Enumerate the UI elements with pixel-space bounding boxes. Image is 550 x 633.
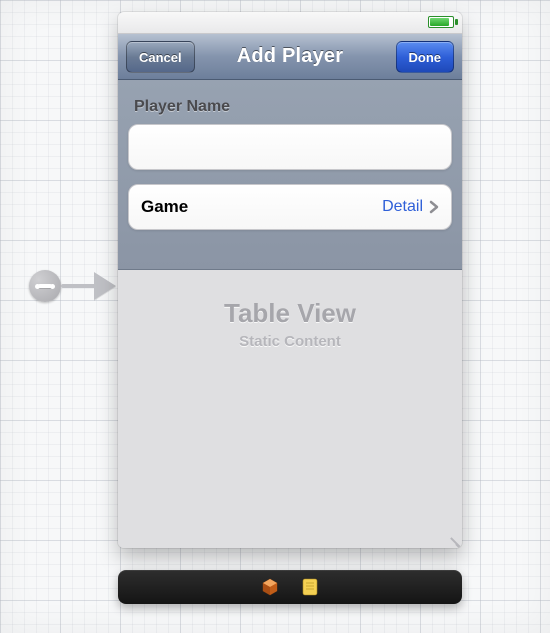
chevron-right-icon — [429, 200, 439, 214]
object-3d-icon[interactable] — [260, 577, 280, 597]
game-cell-label: Game — [141, 197, 188, 217]
player-name-cell[interactable] — [128, 124, 452, 170]
cancel-button[interactable]: Cancel — [126, 41, 195, 73]
table-placeholder-title: Table View — [224, 298, 356, 329]
player-name-input[interactable] — [141, 125, 439, 169]
cancel-button-label: Cancel — [139, 50, 182, 65]
done-button[interactable]: Done — [396, 41, 455, 73]
navigation-bar: Cancel Add Player Done — [118, 34, 462, 80]
segue-connector-line[interactable] — [61, 284, 97, 288]
done-button-label: Done — [409, 50, 442, 65]
grouped-table-sections: Player Name Game Detail — [118, 80, 462, 270]
table-view-placeholder[interactable]: Table View Static Content — [118, 270, 462, 548]
table-placeholder-subtitle: Static Content — [239, 333, 341, 350]
battery-icon — [428, 16, 454, 28]
game-cell-detail: Detail — [382, 198, 423, 216]
scene-dock[interactable] — [118, 570, 462, 604]
segue-arrow-icon — [94, 272, 116, 300]
game-cell[interactable]: Game Detail — [128, 184, 452, 230]
segue-source-node[interactable] — [29, 270, 61, 302]
resize-handle-icon[interactable] — [446, 532, 462, 548]
segue-push-icon — [38, 284, 52, 288]
status-bar — [118, 12, 462, 34]
note-icon[interactable] — [300, 577, 320, 597]
navigation-title: Add Player — [237, 45, 343, 68]
section-header-player-name: Player Name — [134, 98, 446, 116]
scene-add-player[interactable]: Cancel Add Player Done Player Name Game … — [118, 12, 462, 548]
